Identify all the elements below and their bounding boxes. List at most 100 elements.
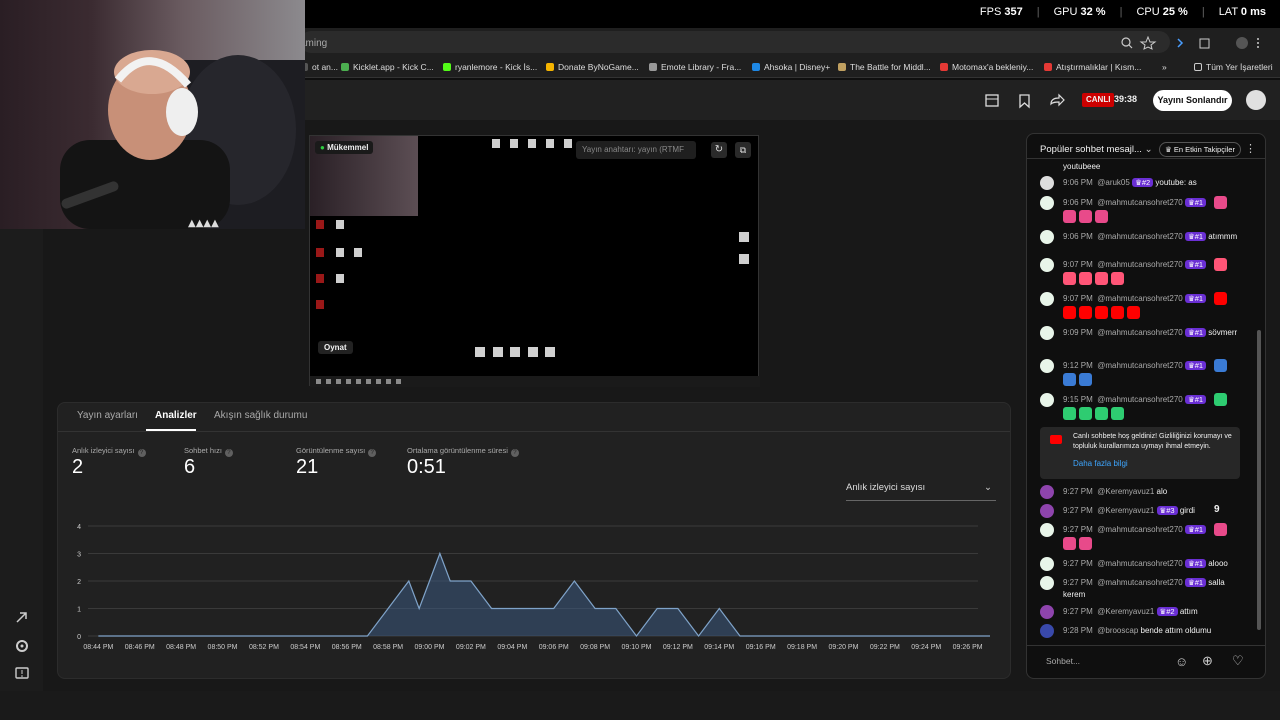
- tab-stream-health[interactable]: Akışın sağlık durumu: [214, 410, 307, 421]
- external-link-icon: [16, 612, 27, 623]
- chat-menu-icon[interactable]: ⋮: [1245, 142, 1256, 155]
- rank-badge: ♛#1: [1184, 232, 1207, 241]
- chat-message: 9:27 PM @Keremyavuz1 alo: [1063, 487, 1168, 496]
- stat-value-avg-watch: 0:51: [407, 456, 446, 478]
- crown-icon: ♛: [1187, 578, 1195, 587]
- x-tick-label: 09:26 PM: [953, 644, 983, 651]
- x-tick-label: 09:20 PM: [828, 644, 858, 651]
- bookmark-favicon-icon: [1044, 63, 1052, 71]
- avatar[interactable]: [1040, 605, 1054, 619]
- x-tick-label: 09:04 PM: [497, 644, 527, 651]
- rank-badge: ♛#1: [1184, 578, 1207, 587]
- x-tick-label: 09:08 PM: [580, 644, 610, 651]
- emoji-icon: [1095, 407, 1108, 420]
- emoji-row: [1063, 272, 1127, 287]
- emoji-icon: [1214, 523, 1227, 536]
- bookmark-item[interactable]: Motomax'a bekleniy...: [940, 62, 1033, 72]
- avatar[interactable]: [1040, 393, 1054, 407]
- avatar[interactable]: [1040, 504, 1054, 518]
- x-tick-label: 09:14 PM: [704, 644, 734, 651]
- avatar[interactable]: [1040, 359, 1054, 373]
- tab-stream-settings[interactable]: Yayın ayarları: [77, 410, 138, 421]
- bookmark-item[interactable]: The Battle for Middl...: [838, 62, 931, 72]
- star-icon: [1139, 36, 1157, 50]
- emoji-icon: [1214, 292, 1227, 305]
- live-duration: 39:38: [1114, 94, 1138, 104]
- avatar[interactable]: [1040, 557, 1054, 571]
- bookmark-item[interactable]: Emote Library - Fra...: [649, 62, 741, 72]
- x-tick-label: 09:12 PM: [663, 644, 693, 651]
- bookmark-favicon-icon: [341, 63, 349, 71]
- emoji-icon: [1079, 272, 1092, 285]
- chat-message: 9:27 PM @mahmutcansohret270 ♛#1 alooo: [1063, 559, 1228, 568]
- chat-notice-link[interactable]: Daha fazla bilgi: [1073, 459, 1128, 468]
- avatar[interactable]: [1040, 176, 1054, 190]
- y-tick-label: 4: [77, 524, 81, 531]
- chat-message: 9:06 PM @aruk05 ♛#2 youtube: as: [1063, 178, 1197, 187]
- emoji-icon[interactable]: ☺: [1175, 654, 1188, 669]
- chat-message: 9:07 PM @mahmutcansohret270 ♛#1: [1063, 260, 1207, 269]
- all-bookmarks[interactable]: Tüm Yer İşaretleri: [1194, 62, 1273, 72]
- bookmark-item[interactable]: ryanlemore - Kick İs...: [443, 62, 537, 72]
- chat-message: 9:06 PM @mahmutcansohret270 ♛#1 atımmm: [1063, 232, 1238, 241]
- emoji-row: [1063, 306, 1143, 321]
- avatar[interactable]: [1040, 258, 1054, 272]
- stat-value-chat-rate: 6: [184, 456, 196, 478]
- avatar[interactable]: [1040, 576, 1054, 590]
- chat-input[interactable]: Sohbet...: [1046, 656, 1080, 666]
- avatar[interactable]: [1040, 326, 1054, 340]
- avatar[interactable]: [1040, 196, 1054, 210]
- emote-count: 9: [1214, 504, 1220, 515]
- chat-scrollbar[interactable]: [1257, 330, 1261, 630]
- browser-toolbar-icons: [1121, 36, 1259, 50]
- bookmark-item[interactable]: ot an...: [300, 62, 338, 72]
- stream-preview[interactable]: ● Mükemmel Yayın anahtarı: yayın (RTMF ↻…: [309, 135, 760, 387]
- x-tick-label: 08:44 PM: [83, 644, 113, 651]
- bookmark-item[interactable]: Donate ByNoGame...: [546, 62, 639, 72]
- end-stream-button[interactable]: Yayını Sonlandır: [1153, 90, 1232, 111]
- emoji-icon: [1111, 272, 1124, 285]
- emoji-icon: [1079, 407, 1092, 420]
- tab-analytics[interactable]: Analizler: [155, 410, 197, 421]
- top-fans-button[interactable]: ♛ En Etkin Takipçiler: [1159, 142, 1241, 157]
- chat-message: 9:15 PM @mahmutcansohret270 ♛#1: [1063, 395, 1207, 404]
- avatar[interactable]: [1040, 485, 1054, 499]
- crown-icon: ♛: [1187, 328, 1195, 337]
- avatar[interactable]: [1040, 292, 1054, 306]
- metric-dropdown[interactable]: Anlık izleyici sayısı ⌄: [846, 482, 996, 501]
- chat-mode-dropdown[interactable]: Popüler sohbet mesajl... ⌄: [1040, 144, 1153, 155]
- chat-message: 9:06 PM @mahmutcansohret270 ♛#1: [1063, 198, 1207, 207]
- emoji-icon: [1214, 393, 1227, 406]
- stat-value-viewers: 2: [72, 456, 84, 478]
- emoji-row: [1063, 210, 1111, 225]
- y-tick-label: 2: [77, 579, 81, 586]
- bookmark-item[interactable]: Ahsoka | Disney+: [752, 62, 830, 72]
- emoji-row: [1063, 407, 1127, 422]
- bookmarks-more-icon[interactable]: »: [1162, 62, 1167, 72]
- emoji-icon: [1063, 306, 1076, 319]
- bookmark-item[interactable]: Kicklet.app - Kick C...: [341, 62, 434, 72]
- emoji-icon: [1111, 407, 1124, 420]
- bottom-strip: [0, 691, 1280, 720]
- calendar-icon: [985, 94, 999, 107]
- avatar[interactable]: [1040, 523, 1054, 537]
- emoji-row: [1063, 373, 1095, 388]
- area-series: [98, 553, 990, 636]
- bookmark-item[interactable]: Atıştırmalıklar | Kısm...: [1044, 62, 1141, 72]
- avatar[interactable]: [1040, 624, 1054, 638]
- x-tick-label: 08:46 PM: [125, 644, 155, 651]
- add-icon[interactable]: ⊕: [1202, 653, 1213, 669]
- channel-avatar[interactable]: [1246, 90, 1266, 110]
- emoji-icon: [1095, 272, 1108, 285]
- avatar[interactable]: [1040, 230, 1054, 244]
- chat-message: 9:27 PM @mahmutcansohret270 ♛#1: [1063, 525, 1207, 534]
- bookmark-icon: [1019, 94, 1030, 109]
- emoji-icon: [1127, 306, 1140, 319]
- tab-divider: [58, 431, 1010, 432]
- rank-badge: ♛#1: [1184, 525, 1207, 534]
- x-tick-label: 09:24 PM: [911, 644, 941, 651]
- heart-icon[interactable]: ♡: [1232, 653, 1244, 669]
- play-button[interactable]: Oynat: [318, 341, 353, 354]
- address-bar[interactable]: [300, 31, 1170, 53]
- header-icons: [985, 93, 1065, 109]
